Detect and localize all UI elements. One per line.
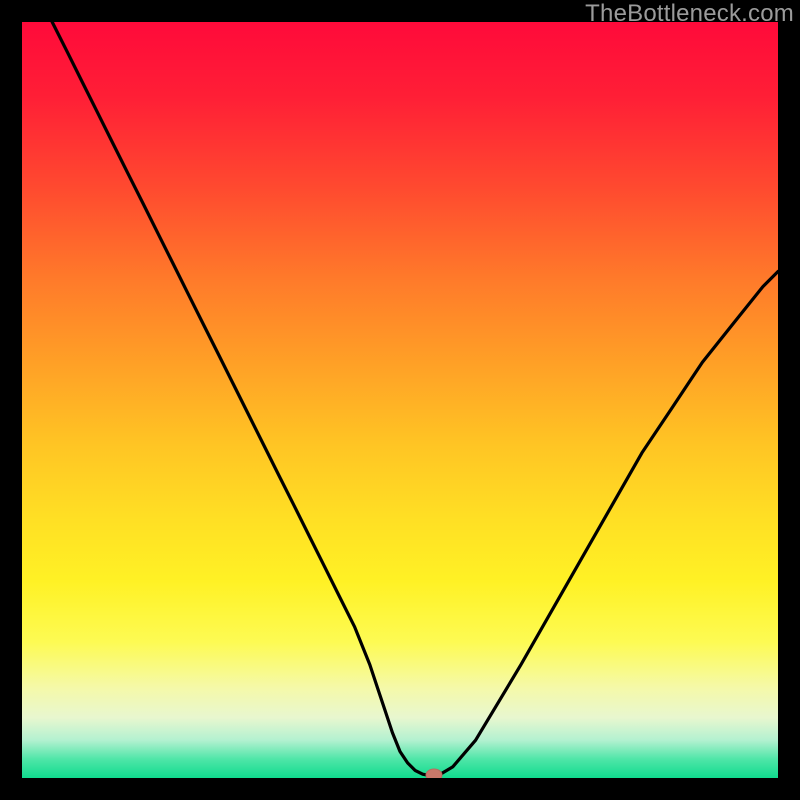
optimal-marker — [426, 769, 442, 778]
bottleneck-curve — [22, 22, 778, 778]
chart-frame: TheBottleneck.com — [0, 0, 800, 800]
plot-area — [22, 22, 778, 778]
watermark-text: TheBottleneck.com — [585, 0, 794, 28]
